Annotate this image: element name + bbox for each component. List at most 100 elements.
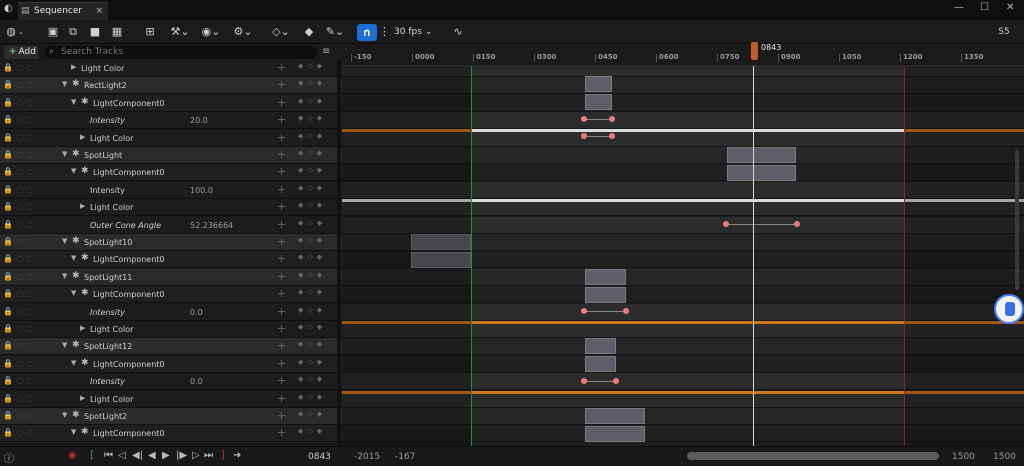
view-range-start[interactable]: -2015 (354, 451, 380, 463)
track-lock-icon[interactable]: 🔒◌◌ (3, 202, 36, 211)
expand-arrow-icon[interactable]: ▼ (71, 254, 76, 262)
key-nav-icon[interactable]: ◆◇◆ (298, 306, 326, 314)
track-row[interactable]: 🔒◌◌ ▼ ✱ LightComponent0 + ◆◇◆ (0, 356, 342, 373)
track-lock-icon[interactable]: 🔒◌◌ (3, 80, 36, 89)
key-nav-icon[interactable]: ◆◇◆ (298, 358, 326, 366)
track-row[interactable]: 🔒◌◌ ▼ ✱ SpotLight10 + ◆◇◆ (0, 234, 342, 251)
add-key-button[interactable]: + (277, 148, 286, 161)
key-nav-icon[interactable]: ◆◇◆ (298, 288, 326, 296)
tab-sequencer[interactable]: ▤ Sequencer × (18, 2, 108, 20)
track-lock-icon[interactable]: 🔒◌◌ (3, 341, 36, 350)
section-bar[interactable] (585, 269, 626, 285)
step-forward-icon[interactable]: |▶ (176, 450, 187, 461)
save-icon[interactable]: ▣ (46, 24, 60, 40)
track-row[interactable]: 🔒◌◌ ▶ Light Color + ◆◇◆ (0, 199, 342, 216)
track-row[interactable]: 🔒◌◌ ▼ ✱ SpotLight11 + ◆◇◆ (0, 269, 342, 286)
track-lock-icon[interactable]: 🔒◌◌ (3, 237, 36, 246)
timeline-area[interactable] (342, 66, 1024, 446)
view-options-icon[interactable]: ◉⌄ (200, 24, 222, 40)
add-key-button[interactable]: + (277, 409, 286, 422)
camera-icon[interactable]: ■ (88, 24, 102, 40)
curve-editor-icon[interactable]: ∿ (451, 24, 465, 40)
track-row[interactable]: 🔒◌◌ Intensity 0.0 + ◆◇◆ (0, 373, 342, 390)
expand-arrow-icon[interactable]: ▶ (80, 202, 85, 210)
key-nav-icon[interactable]: ◆◇◆ (298, 236, 326, 244)
expand-arrow-icon[interactable]: ▶ (71, 63, 76, 71)
snap-button[interactable]: ∩ (357, 24, 377, 41)
add-key-button[interactable]: + (277, 392, 286, 405)
add-key-button[interactable]: + (277, 374, 286, 387)
track-list-scrollbar[interactable] (337, 60, 341, 446)
playhead-handle[interactable] (751, 42, 758, 60)
search-tracks-input[interactable]: ⌕ Search Tracks (45, 46, 317, 59)
expand-arrow-icon[interactable]: ▼ (62, 341, 67, 349)
track-row[interactable]: 🔒◌◌ ▼ ✱ LightComponent0 + ◆◇◆ (0, 425, 342, 442)
expand-arrow-icon[interactable]: ▼ (71, 167, 76, 175)
key-nav-icon[interactable]: ◆◇◆ (298, 62, 326, 70)
add-key-button[interactable]: + (277, 235, 286, 248)
tab-close-button[interactable]: × (95, 3, 103, 20)
track-lock-icon[interactable]: 🔒◌◌ (3, 359, 36, 368)
tools-icon[interactable]: ⚒⌄ (170, 24, 190, 40)
expand-arrow-icon[interactable]: ▼ (62, 237, 67, 245)
add-key-button[interactable]: + (277, 113, 286, 126)
add-key-button[interactable]: + (277, 270, 286, 283)
key-nav-icon[interactable]: ◆◇◆ (298, 166, 326, 174)
play-icon[interactable]: ▶ (162, 450, 170, 461)
keyframe[interactable] (723, 221, 729, 227)
section-bar[interactable] (585, 356, 616, 372)
prev-key-icon[interactable]: ◁ (118, 450, 126, 461)
loop-icon[interactable]: ➜ (233, 450, 241, 461)
key-nav-icon[interactable]: ◆◇◆ (298, 132, 326, 140)
track-value[interactable]: 100.0 (190, 184, 213, 197)
add-key-button[interactable]: + (277, 322, 286, 335)
track-row[interactable]: 🔒◌◌ ▶ Light Color + ◆◇◆ (0, 130, 342, 147)
track-lock-icon[interactable]: 🔒◌◌ (3, 115, 36, 124)
track-value[interactable]: 0.0 (190, 375, 203, 388)
key-nav-icon[interactable]: ◆◇◆ (298, 219, 326, 227)
track-value[interactable]: 20.0 (190, 114, 208, 127)
key-segment[interactable] (584, 119, 612, 120)
add-key-button[interactable]: + (277, 357, 286, 370)
expand-arrow-icon[interactable]: ▼ (71, 428, 76, 436)
keyframe[interactable] (623, 308, 629, 314)
set-start-icon[interactable]: [ (90, 450, 94, 461)
track-lock-icon[interactable]: 🔒◌◌ (3, 411, 36, 420)
assistant-floating-button[interactable] (994, 294, 1024, 324)
playback-end-marker[interactable] (904, 66, 905, 446)
track-lock-icon[interactable]: 🔒◌◌ (3, 185, 36, 194)
keyframe[interactable] (609, 133, 615, 139)
expand-arrow-icon[interactable]: ▶ (80, 324, 85, 332)
add-key-button[interactable]: + (277, 165, 286, 178)
track-lock-icon[interactable]: 🔒◌◌ (3, 307, 36, 316)
track-lock-icon[interactable]: 🔒◌◌ (3, 394, 36, 403)
key-nav-icon[interactable]: ◆◇◆ (298, 393, 326, 401)
track-lock-icon[interactable]: 🔒◌◌ (3, 428, 36, 437)
key-icon[interactable]: ◇⌄ (270, 24, 292, 40)
key-nav-icon[interactable]: ◆◇◆ (298, 149, 326, 157)
track-row[interactable]: 🔒◌◌ ▼ ✱ SpotLight + ◆◇◆ (0, 147, 342, 164)
record-icon[interactable]: ◉ (68, 450, 77, 461)
add-key-button[interactable]: + (277, 287, 286, 300)
keyframe[interactable] (794, 221, 800, 227)
section-bar[interactable] (585, 408, 645, 424)
track-lock-icon[interactable]: 🔒◌◌ (3, 98, 36, 107)
track-lock-icon[interactable]: 🔒◌◌ (3, 324, 36, 333)
track-lock-icon[interactable]: 🔒◌◌ (3, 254, 36, 263)
key-nav-icon[interactable]: ◆◇◆ (298, 410, 326, 418)
section-bar[interactable] (585, 426, 645, 442)
time-ruler[interactable]: -150 0000 0150 0300 0450 0600 0750 0900 1050 1200… (342, 44, 1024, 66)
key-fill-icon[interactable]: ◆ (302, 24, 316, 40)
working-range-end[interactable]: 1500 (952, 451, 975, 463)
key-segment[interactable] (584, 381, 616, 382)
actions-icon[interactable]: ⊞ (143, 24, 157, 40)
close-window-button[interactable]: ✕ (1006, 2, 1014, 13)
track-lock-icon[interactable]: 🔒◌◌ (3, 220, 36, 229)
track-row[interactable]: 🔒◌◌ ▼ ✱ SpotLight12 + ◆◇◆ (0, 338, 342, 355)
keyframe[interactable] (609, 116, 615, 122)
jump-start-icon[interactable]: ⏮ (104, 450, 113, 461)
section-bar[interactable] (727, 165, 796, 181)
save-as-icon[interactable]: ⧉ (66, 24, 80, 40)
track-lock-icon[interactable]: 🔒◌◌ (3, 376, 36, 385)
add-key-button[interactable]: + (277, 339, 286, 352)
